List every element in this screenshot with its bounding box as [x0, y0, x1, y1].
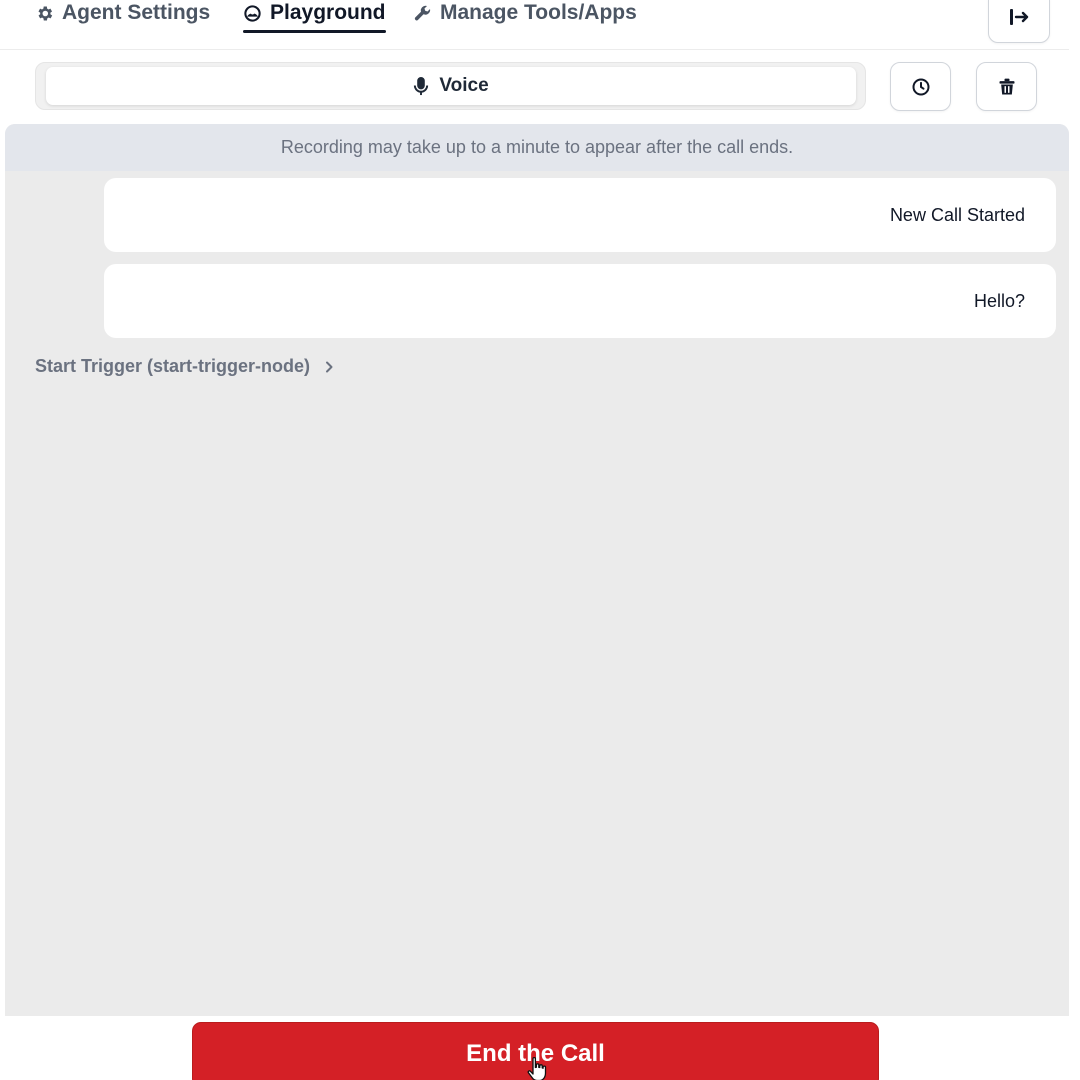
gauge-icon [244, 4, 261, 22]
wrench-icon [414, 5, 431, 20]
message-text: New Call Started [889, 204, 1025, 225]
trash-icon [999, 78, 1014, 94]
right-edge [1069, 0, 1080, 1080]
message-bubble: Hello? [104, 264, 1056, 338]
message-text: Hello? [973, 290, 1025, 311]
chevron-right-icon [326, 361, 333, 372]
tab-manage-tools[interactable]: Manage Tools/Apps [413, 0, 637, 32]
tab-label: Agent Settings [62, 1, 211, 24]
mode-selector: Voice [35, 62, 866, 110]
trigger-label: Start Trigger (start-trigger-node) [35, 356, 311, 376]
clock-icon [912, 78, 929, 95]
tab-agent-settings[interactable]: Agent Settings [35, 0, 210, 32]
delete-button[interactable] [976, 62, 1037, 111]
voice-mode-button[interactable]: Voice [46, 67, 856, 105]
exit-button[interactable] [988, 0, 1050, 43]
microphone-icon [414, 76, 429, 95]
gear-icon [38, 6, 53, 20]
exit-icon [1010, 8, 1029, 25]
mode-label: Voice [439, 75, 489, 96]
tab-playground[interactable]: Playground [243, 0, 386, 33]
tab-label: Playground [270, 1, 386, 24]
tab-bar: Agent Settings Playground Manage Tools/A… [0, 0, 1080, 50]
message-bubble: New Call Started [104, 178, 1056, 252]
conversation-panel: Recording may take up to a minute to app… [5, 124, 1069, 1016]
hand-cursor-icon [527, 1056, 547, 1080]
history-button[interactable] [890, 62, 951, 111]
start-trigger-toggle[interactable]: Start Trigger (start-trigger-node) [35, 356, 334, 377]
recording-notice: Recording may take up to a minute to app… [5, 124, 1069, 171]
tab-label: Manage Tools/Apps [440, 1, 637, 24]
